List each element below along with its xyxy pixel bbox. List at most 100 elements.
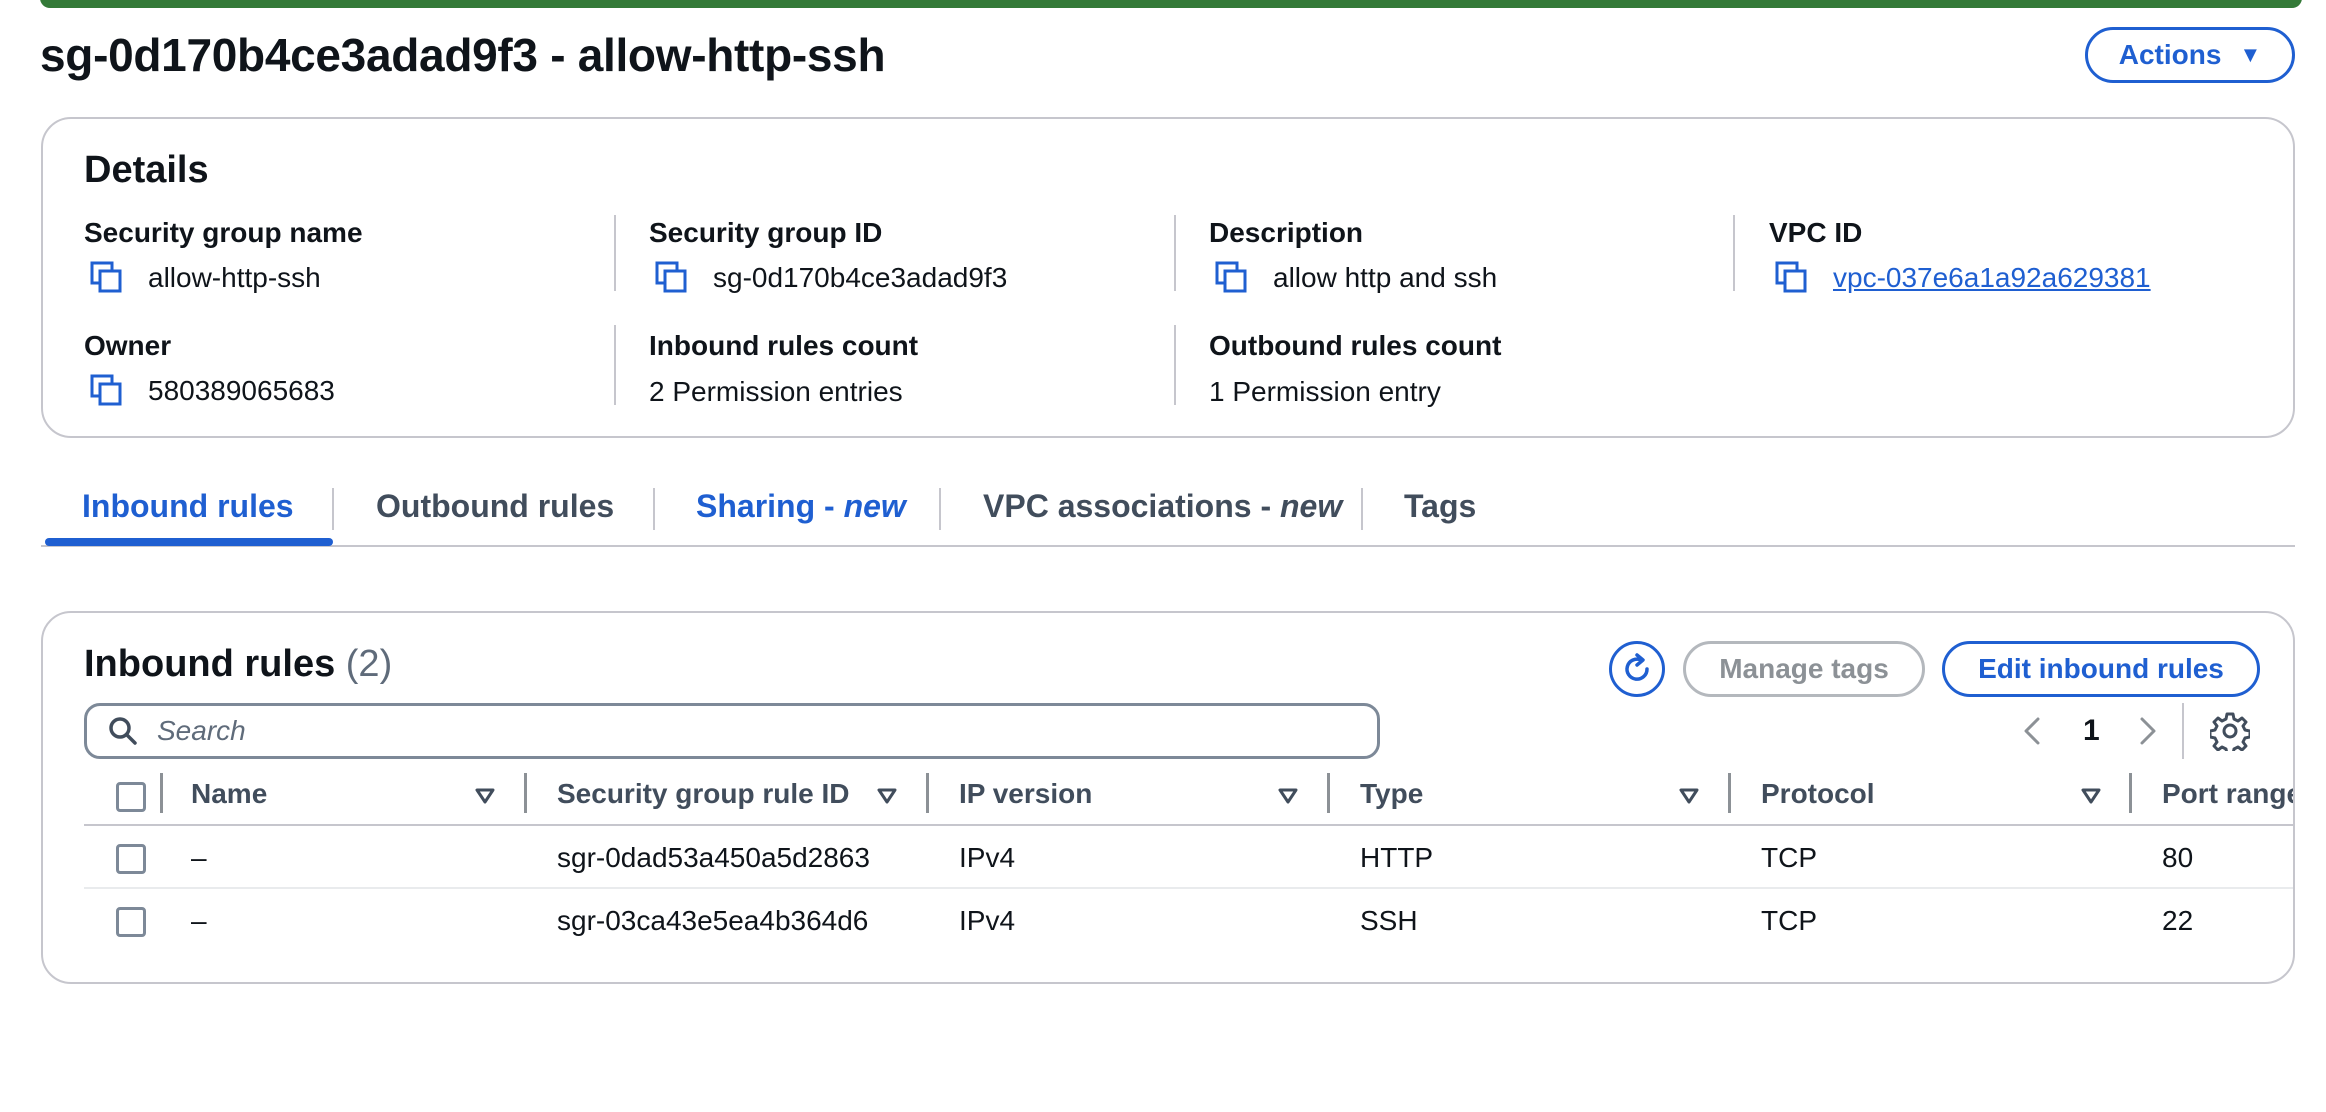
tab-separator <box>1361 488 1363 530</box>
vpc-id-field: VPC ID vpc-037e6a1a92a629381 <box>1769 217 2151 295</box>
row-checkbox[interactable] <box>116 844 146 874</box>
inbound-rules-count-label: Inbound rules count <box>649 330 919 361</box>
copy-icon[interactable] <box>655 261 689 295</box>
search-icon <box>109 717 137 745</box>
chevron-right-icon <box>2140 717 2156 745</box>
owner-label: Owner <box>84 330 172 361</box>
security-group-name-label: Security group name <box>84 217 363 248</box>
actions-button[interactable]: Actions ▼ <box>2085 27 2295 83</box>
page-number[interactable]: 1 <box>2083 709 2100 753</box>
table-header-divider <box>84 824 2293 826</box>
cell-name: – <box>191 905 207 936</box>
cell-type: HTTP <box>1360 842 1434 873</box>
copy-icon[interactable] <box>90 374 124 408</box>
caret-down-icon: ▼ <box>2239 42 2262 67</box>
copy-icon[interactable] <box>1775 261 1809 295</box>
sort-icon[interactable] <box>1278 788 1298 804</box>
cell-ip-version: IPv4 <box>959 905 1016 936</box>
cell-ip-version: IPv4 <box>959 842 1016 873</box>
tab-separator <box>332 488 334 530</box>
owner-value: 580389065683 <box>148 375 335 406</box>
tab-bar: Inbound rules Outbound rules Sharing - n… <box>41 480 2295 548</box>
tab-vpc-associations-label: VPC associations - <box>983 488 1280 524</box>
column-separator[interactable] <box>2129 773 2132 813</box>
search-input[interactable] <box>155 714 1339 748</box>
security-group-id-label: Security group ID <box>649 217 883 248</box>
divider <box>1174 215 1176 291</box>
inbound-rules-heading: Inbound rules (2) <box>84 643 392 686</box>
description-field: Description allow http and ssh <box>1209 217 1497 295</box>
outbound-rules-count-field: Outbound rules count 1 Permission entry <box>1209 330 1501 408</box>
outbound-rules-count-value: 1 Permission entry <box>1209 376 1441 407</box>
tab-tags[interactable]: Tags <box>1404 488 1476 525</box>
tab-inbound-rules[interactable]: Inbound rules <box>82 488 294 525</box>
sort-icon[interactable] <box>877 788 897 804</box>
inbound-rules-count-value: 2 Permission entries <box>649 376 903 407</box>
cell-protocol: TCP <box>1761 905 1817 936</box>
column-header-name[interactable]: Name <box>191 778 267 810</box>
manage-tags-button[interactable]: Manage tags <box>1683 641 1925 697</box>
next-page-button[interactable] <box>2136 709 2160 753</box>
pager-separator <box>2182 703 2184 759</box>
cell-type: SSH <box>1360 905 1418 936</box>
column-header-ip-version[interactable]: IP version <box>959 778 1092 810</box>
copy-icon[interactable] <box>1215 261 1249 295</box>
vpc-id-link[interactable]: vpc-037e6a1a92a629381 <box>1833 262 2151 294</box>
security-group-name-field: Security group name allow-http-ssh <box>84 217 363 295</box>
column-header-type[interactable]: Type <box>1360 778 1423 810</box>
column-header-protocol[interactable]: Protocol <box>1761 778 1875 810</box>
row-checkbox[interactable] <box>116 907 146 937</box>
actions-label: Actions <box>2118 39 2222 70</box>
tab-sharing-new: new <box>843 488 906 524</box>
column-header-port-range[interactable]: Port range <box>2162 778 2293 810</box>
cell-name: – <box>191 842 207 873</box>
security-group-id-value: sg-0d170b4ce3adad9f3 <box>713 262 1008 293</box>
inbound-rules-count: (2) <box>345 643 393 685</box>
details-heading: Details <box>84 149 209 191</box>
sort-icon[interactable] <box>475 788 495 804</box>
divider <box>614 215 616 291</box>
cell-port-range: 80 <box>2162 842 2194 873</box>
inbound-rules-count-field: Inbound rules count 2 Permission entries <box>649 330 918 408</box>
tab-vpc-associations-new: new <box>1279 488 1343 524</box>
cell-rule-id: sgr-03ca43e5ea4b364d6 <box>557 905 869 936</box>
inbound-rules-panel: Inbound rules (2) Manage tags Edit inbou… <box>41 611 2295 984</box>
cell-port-range: 22 <box>2162 905 2194 936</box>
copy-icon[interactable] <box>90 261 124 295</box>
gear-icon[interactable] <box>2210 711 2250 751</box>
search-box <box>84 703 1380 759</box>
tab-separator <box>653 488 655 530</box>
select-all-checkbox[interactable] <box>116 782 146 812</box>
tab-sharing-label: Sharing - <box>696 488 844 524</box>
column-separator <box>160 773 163 813</box>
security-group-name-value: allow-http-ssh <box>148 262 321 293</box>
active-tab-indicator <box>45 538 333 546</box>
column-header-rule-id[interactable]: Security group rule ID <box>557 778 850 810</box>
tab-vpc-associations[interactable]: VPC associations - new <box>983 488 1342 525</box>
tab-sharing[interactable]: Sharing - new <box>696 488 906 525</box>
previous-page-button[interactable] <box>2020 709 2044 753</box>
sort-icon[interactable] <box>1679 788 1699 804</box>
divider <box>1733 215 1735 291</box>
status-bar <box>40 0 2302 8</box>
column-separator[interactable] <box>1728 773 1731 813</box>
tab-separator <box>939 488 941 530</box>
edit-inbound-rules-button[interactable]: Edit inbound rules <box>1942 641 2260 697</box>
divider <box>1174 325 1176 405</box>
description-label: Description <box>1209 217 1364 248</box>
column-separator[interactable] <box>926 773 929 813</box>
row-divider <box>84 887 2293 889</box>
cell-rule-id: sgr-0dad53a450a5d2863 <box>557 842 870 873</box>
sort-icon[interactable] <box>2081 788 2101 804</box>
page-title: sg-0d170b4ce3adad9f3 - allow-http-ssh <box>40 29 886 81</box>
column-separator[interactable] <box>524 773 527 813</box>
cell-protocol: TCP <box>1761 842 1817 873</box>
tab-outbound-rules[interactable]: Outbound rules <box>376 488 614 525</box>
chevron-left-icon <box>2024 717 2040 745</box>
security-group-id-field: Security group ID sg-0d170b4ce3adad9f3 <box>649 217 1007 295</box>
outbound-rules-count-label: Outbound rules count <box>1209 330 1502 361</box>
refresh-button[interactable] <box>1609 641 1665 697</box>
description-value: allow http and ssh <box>1273 262 1498 293</box>
vpc-id-label: VPC ID <box>1769 217 1863 248</box>
column-separator[interactable] <box>1327 773 1330 813</box>
